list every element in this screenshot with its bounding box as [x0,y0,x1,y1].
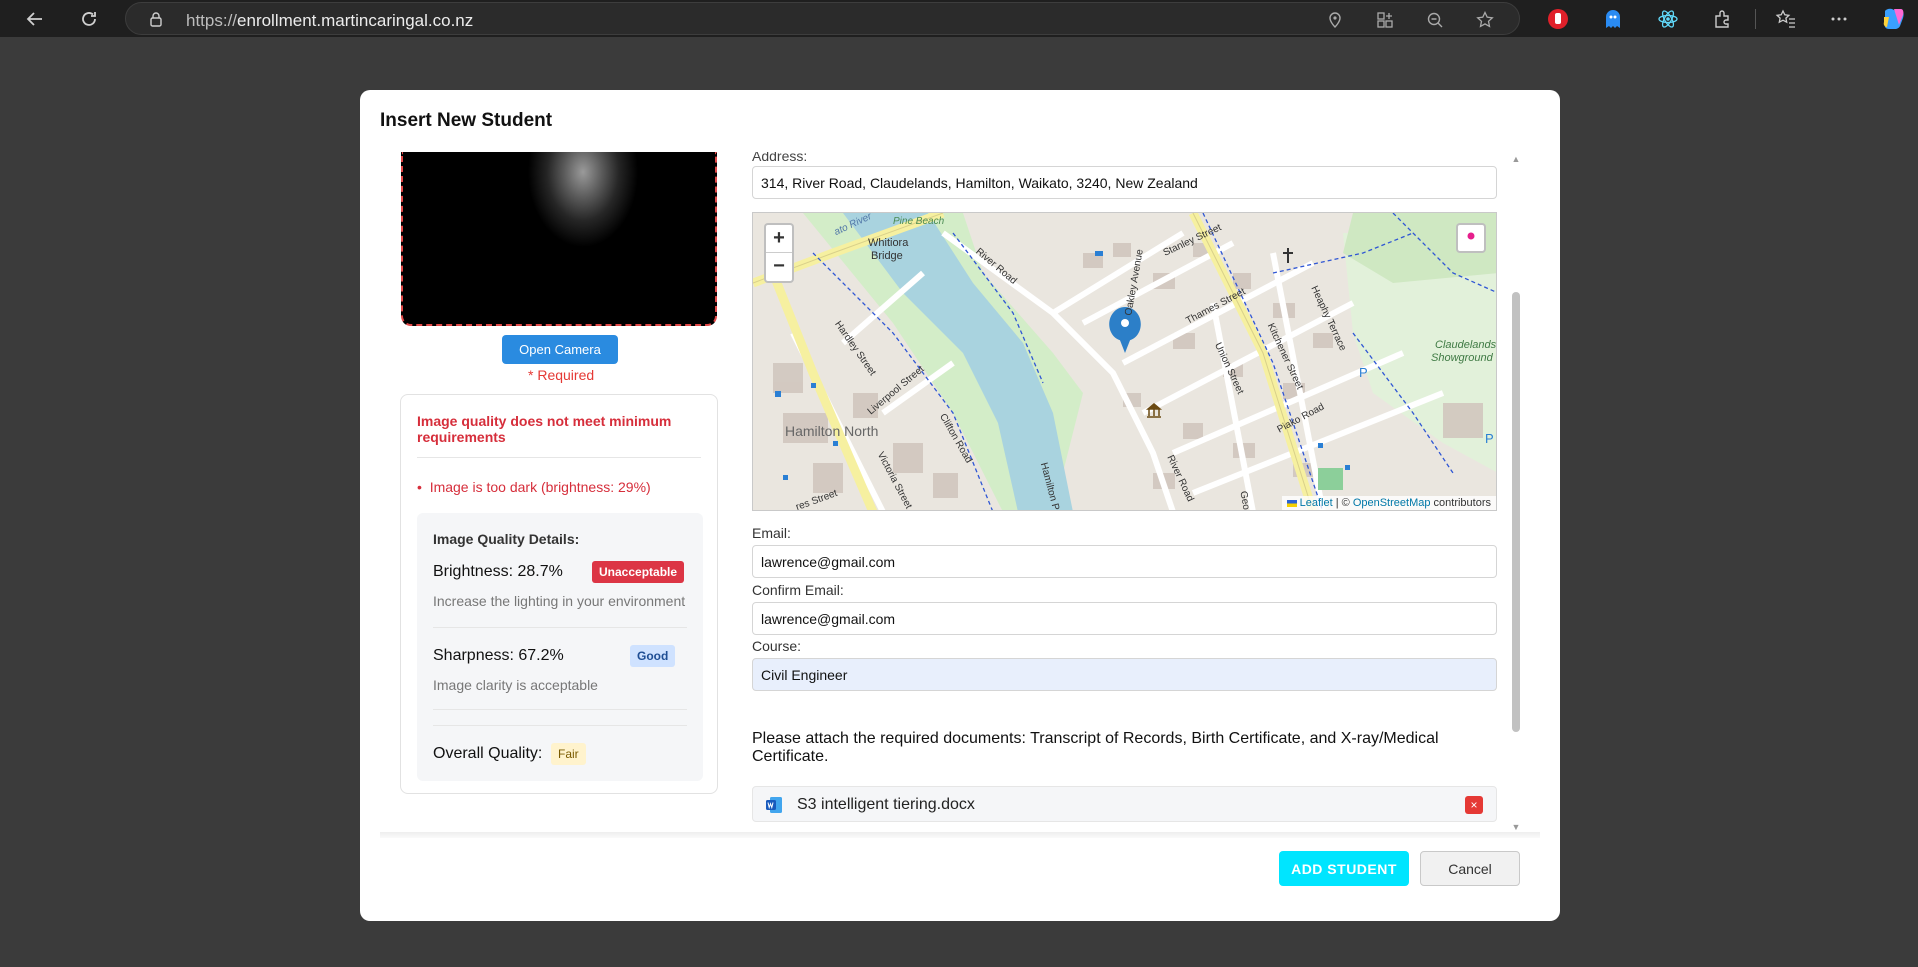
back-arrow-icon [26,12,42,26]
favorite-star-icon[interactable] [1476,11,1494,29]
copilot-icon[interactable] [1880,5,1906,31]
open-camera-button[interactable]: Open Camera [502,335,618,364]
image-quality-card: Image quality does not meet minimum requ… [400,394,718,794]
quality-error-title: Image quality does not meet minimum requ… [417,413,672,445]
overall-quality-badge: Fair [551,743,586,765]
marker-dot-icon [1467,232,1475,240]
map-zoom-control: + − [764,223,794,283]
scroll-down-arrow[interactable]: ▼ [1511,822,1521,832]
more-options-icon[interactable] [1828,8,1850,30]
required-text: * Required [528,367,595,383]
scrollbar-thumb[interactable] [1512,292,1520,732]
file-name: S3 intelligent tiering.docx [797,796,975,813]
map-label: P [1359,365,1368,380]
cancel-button[interactable]: Cancel [1420,851,1520,886]
quality-details-title: Image Quality Details: [433,531,580,547]
react-devtools-icon[interactable] [1657,8,1679,30]
divider [417,457,701,458]
back-button[interactable] [22,6,48,32]
address-bar[interactable]: https://enrollment.martincaringal.co.nz [125,2,1520,35]
modal-body: Open Camera * Required Image quality doe… [360,152,1560,836]
attached-file-row: S3 intelligent tiering.docx × [752,786,1497,822]
map-label: Claudelands [1435,339,1497,351]
location-icon[interactable] [1326,11,1344,29]
zoom-out-icon[interactable] [1426,11,1444,29]
email-label: Email: [752,525,791,541]
map-layer-control[interactable] [1456,223,1486,253]
email-field[interactable]: lawrence@gmail.com [752,545,1497,578]
extension-red-hand-icon[interactable] [1547,8,1569,30]
extensions-puzzle-icon[interactable] [1712,8,1734,30]
confirm-email-label: Confirm Email: [752,582,844,598]
map-label: P [1485,431,1494,446]
word-document-icon [766,797,782,813]
divider [433,709,687,710]
remove-file-button[interactable]: × [1465,796,1483,814]
confirm-email-field[interactable]: lawrence@gmail.com [752,602,1497,635]
osm-link[interactable]: OpenStreetMap [1353,497,1431,509]
leaflet-link[interactable]: Leaflet [1300,497,1333,509]
brightness-hint: Increase the lighting in your environmen… [433,593,686,609]
zoom-out-button[interactable]: − [766,253,792,280]
insert-student-modal: Insert New Student Open Camera * Require… [360,90,1560,921]
captured-photo [463,152,663,322]
divider [433,725,687,726]
apps-icon[interactable] [1376,11,1394,29]
divider [433,627,687,628]
map-label: Pine Beach [893,216,945,227]
address-label: Address: [752,152,808,164]
address-input[interactable]: 314, River Road, Claudelands, Hamilton, … [752,166,1497,199]
map-label: Showground [1431,352,1493,364]
map-attribution: Leaflet | © OpenStreetMap contributors [1281,496,1496,510]
brightness-label: Brightness: 28.7% [433,563,563,580]
lock-icon [150,12,162,27]
modal-title: Insert New Student [380,110,553,131]
sharpness-label: Sharpness: 67.2% [433,647,564,664]
add-student-button[interactable]: ADD STUDENT [1279,851,1409,886]
map-label: Hamilton North [785,423,879,439]
zoom-in-button[interactable]: + [766,225,792,253]
extension-ghost-icon[interactable] [1602,8,1624,30]
documents-instructions: Please attach the required documents: Tr… [752,730,1439,765]
map-label: Bridge [871,250,903,262]
ukraine-flag-icon [1286,499,1297,507]
footer-divider [380,832,1540,838]
reload-icon [82,12,96,26]
toolbar-divider [1755,9,1756,29]
overall-quality-label: Overall Quality: [433,745,543,762]
brightness-status-badge: Unacceptable [592,561,685,583]
reload-button[interactable] [76,6,102,32]
url-text: https://enrollment.martincaringal.co.nz [186,11,474,30]
quality-details-panel: Image Quality Details: Brightness: 28.7%… [417,513,703,781]
quality-issue-item: • Image is too dark (brightness: 29%) [417,479,651,495]
browser-toolbar: https://enrollment.martincaringal.co.nz [0,0,1918,37]
scroll-up-arrow[interactable]: ▲ [1511,154,1521,164]
course-select[interactable]: Civil Engineer [752,658,1497,691]
course-label: Course: [752,638,802,654]
map-label: Whitiora [868,237,909,249]
camera-preview [401,152,717,326]
favorites-icon[interactable] [1775,8,1797,30]
sharpness-hint: Image clarity is acceptable [433,677,598,693]
sharpness-status-badge: Good [630,645,676,667]
address-map[interactable]: Whitiora Bridge Pine Beach ato River Riv… [752,212,1497,511]
